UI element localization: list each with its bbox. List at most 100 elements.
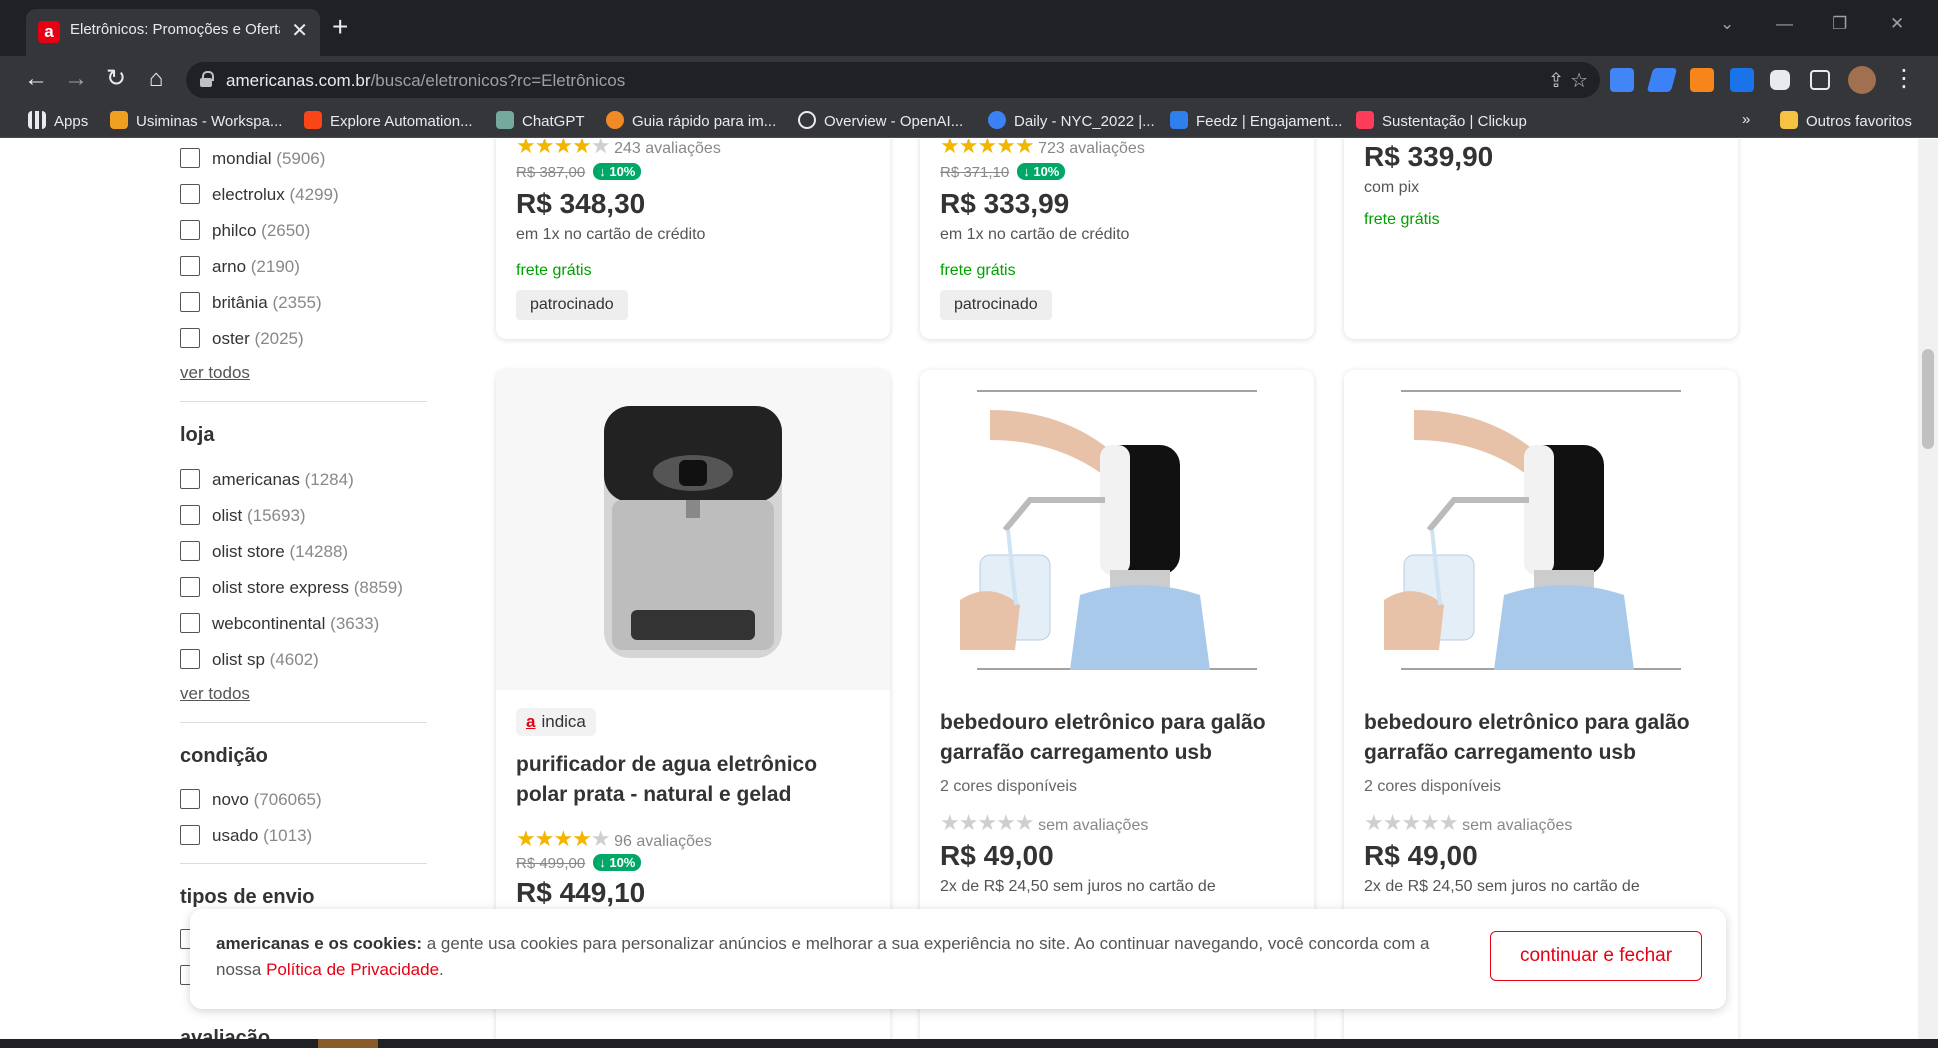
star-rating-icon: ★★★★★ (940, 139, 1035, 158)
filter-brand-oster[interactable]: oster (2025) (180, 328, 304, 352)
discount-badge: ↓ 10% (593, 854, 642, 871)
minimize-button[interactable]: — (1776, 14, 1793, 34)
checkbox[interactable] (180, 825, 200, 845)
filter-brand-philco[interactable]: philco (2650) (180, 220, 310, 244)
bookmarks-overflow-icon[interactable]: » (1742, 111, 1750, 133)
profile-avatar[interactable] (1848, 66, 1876, 94)
bookmark-guia-rapido[interactable]: Guia rápido para im... (606, 111, 776, 133)
checkbox[interactable] (180, 184, 200, 204)
share-and-bookmark-star-icons[interactable]: ⇪ ☆ (1548, 68, 1588, 93)
bookmark-other-favorites[interactable]: Outros favoritos (1780, 111, 1912, 133)
scrollbar-thumb[interactable] (1922, 349, 1934, 449)
tab-active[interactable]: a Eletrônicos: Promoções e Ofertas ✕ (26, 9, 320, 56)
folder-icon (1780, 111, 1798, 129)
taskbar-strip (0, 1039, 1938, 1048)
section-title-loja: loja (180, 424, 215, 446)
bookmark-chatgpt[interactable]: ChatGPT (496, 111, 585, 133)
privacy-policy-link[interactable]: Política de Privacidade (266, 960, 439, 979)
bookmark-explore-automation[interactable]: Explore Automation... (304, 111, 473, 133)
product-card[interactable]: ★★★★★ 723 avaliações R$ 371,10 ↓ 10% R$ 3… (920, 139, 1314, 339)
product-price: R$ 348,30 (516, 188, 646, 219)
rating-count: sem avaliações (1462, 817, 1573, 834)
checkbox[interactable] (180, 292, 200, 312)
metamask-icon[interactable] (1690, 68, 1714, 92)
page-scrollbar[interactable] (1918, 139, 1938, 1039)
reload-icon[interactable]: ↻ (100, 64, 132, 94)
checkbox[interactable] (180, 649, 200, 669)
bookmark-clickup[interactable]: Sustentação | Clickup (1356, 111, 1527, 133)
checkbox[interactable] (180, 577, 200, 597)
filter-store-olist[interactable]: olist (15693) (180, 505, 306, 529)
checkbox[interactable] (180, 613, 200, 633)
bookmark-apps[interactable]: Apps (28, 111, 88, 133)
address-bar[interactable]: americanas.com.br/busca/eletronicos?rc=E… (186, 62, 1600, 98)
cookie-banner: americanas e os cookies: a gente usa coo… (190, 909, 1726, 1009)
product-card[interactable]: R$ 339,90 com pix frete grátis (1344, 139, 1738, 339)
americanas-favicon-icon: a (38, 21, 60, 43)
ver-todos-brand-link[interactable]: ver todos (180, 363, 250, 383)
tab-search-icon[interactable]: ⌄ (1720, 14, 1734, 34)
product-card[interactable]: ★★★★★ 243 avaliações R$ 387,00 ↓ 10% R$ 3… (496, 139, 890, 339)
filter-store-olist-store[interactable]: olist store (14288) (180, 541, 348, 565)
url-text[interactable]: americanas.com.br/busca/eletronicos?rc=E… (226, 71, 625, 91)
checkbox[interactable] (180, 469, 200, 489)
sponsored-badge: patrocinado (940, 290, 1052, 320)
new-tab-button[interactable]: + (332, 12, 348, 42)
extension-blue-icon[interactable] (1730, 68, 1754, 92)
filter-condition-usado[interactable]: usado (1013) (180, 825, 312, 849)
star-rating-icon: ★★★★★ (940, 810, 1035, 835)
forward-icon[interactable]: → (60, 64, 92, 94)
home-icon[interactable]: ⌂ (140, 64, 172, 94)
browser-toolbar: ← → ↻ ⌂ americanas.com.br/busca/eletroni… (0, 56, 1938, 104)
checkbox[interactable] (180, 789, 200, 809)
close-window-button[interactable]: ✕ (1890, 14, 1904, 34)
sponsored-badge: patrocinado (516, 290, 628, 320)
accept-cookies-button[interactable]: continuar e fechar (1490, 931, 1702, 981)
daily-icon (988, 111, 1006, 129)
checkbox[interactable] (180, 220, 200, 240)
filter-store-olist-store-express[interactable]: olist store express (8859) (180, 577, 403, 601)
product-name[interactable]: bebedouro eletrônico para galão garrafão … (940, 708, 1294, 768)
checkbox[interactable] (180, 256, 200, 276)
ver-todos-store-link[interactable]: ver todos (180, 684, 250, 704)
tab-close-icon[interactable]: ✕ (291, 18, 308, 44)
star-rating-icon: ★★★★ (516, 139, 592, 158)
rating-row: ★★★★★ sem avaliações (1364, 810, 1718, 836)
installment-info: em 1x no cartão de crédito (516, 226, 706, 243)
filter-brand-mondial[interactable]: mondial (5906) (180, 148, 325, 172)
uipath-icon (304, 111, 322, 129)
filter-store-olist-sp[interactable]: olist sp (4602) (180, 649, 319, 673)
water-purifier-image[interactable] (496, 370, 890, 690)
bookmark-feedz[interactable]: Feedz | Engajament... (1170, 111, 1342, 133)
extension-icon[interactable] (1646, 68, 1678, 92)
filter-brand-britania[interactable]: britânia (2355) (180, 292, 322, 316)
filter-store-webcontinental[interactable]: webcontinental (3633) (180, 613, 379, 637)
checkbox[interactable] (180, 505, 200, 525)
side-panel-icon[interactable] (1810, 70, 1830, 90)
bookmark-daily-nyc[interactable]: Daily - NYC_2022 |... (988, 111, 1155, 133)
product-price: R$ 49,00 (1364, 840, 1478, 871)
google-translate-icon[interactable] (1610, 68, 1634, 92)
filter-condition-novo[interactable]: novo (706065) (180, 789, 322, 813)
rating-count: sem avaliações (1038, 817, 1149, 834)
apps-grid-icon (28, 111, 46, 129)
filter-store-americanas[interactable]: americanas (1284) (180, 469, 354, 493)
water-pump-image[interactable] (1344, 370, 1738, 690)
filter-brand-electrolux[interactable]: electrolux (4299) (180, 184, 339, 208)
product-name[interactable]: purificador de agua eletrônico polar prat… (516, 750, 870, 810)
bookmark-openai-overview[interactable]: Overview - OpenAI... (798, 111, 963, 133)
browser-menu-icon[interactable]: ⋮ (1888, 64, 1920, 94)
product-name[interactable]: bebedouro eletrônico para galão garrafão … (1364, 708, 1718, 768)
filter-brand-arno[interactable]: arno (2190) (180, 256, 300, 280)
bookmark-usiminas[interactable]: Usiminas - Workspa... (110, 111, 282, 133)
checkbox[interactable] (180, 541, 200, 561)
water-pump-image[interactable] (920, 370, 1314, 690)
installment-info: em 1x no cartão de crédito (940, 226, 1130, 243)
extensions-puzzle-icon[interactable] (1770, 70, 1790, 90)
product-price: R$ 333,99 (940, 188, 1070, 219)
lock-icon[interactable] (200, 71, 214, 87)
checkbox[interactable] (180, 328, 200, 348)
checkbox[interactable] (180, 148, 200, 168)
restore-button[interactable]: ❐ (1832, 14, 1847, 34)
back-icon[interactable]: ← (20, 64, 52, 94)
